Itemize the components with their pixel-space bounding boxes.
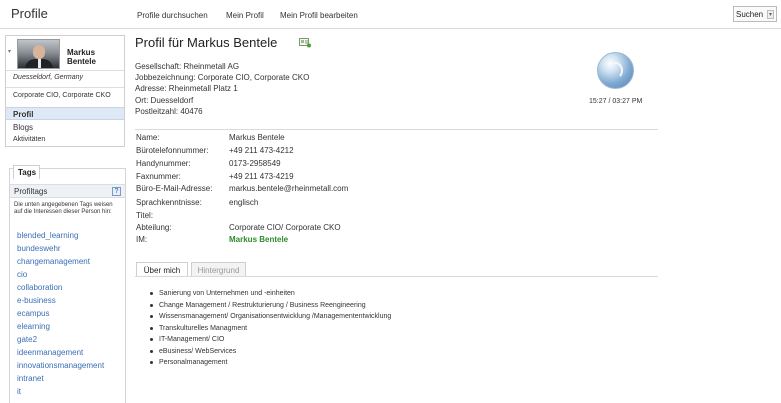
tag-link[interactable]: e-business [17, 296, 56, 305]
tab-hintergrund[interactable]: Hintergrund [191, 262, 246, 276]
list-item: Transkulturelles Managment [149, 323, 391, 335]
nav-edit-profile[interactable]: Mein Profil bearbeiten [280, 11, 358, 20]
tags-panel: Tags Profiltags ? Die unten angegebenen … [9, 165, 126, 403]
tags-tab[interactable]: Tags [13, 165, 40, 179]
list-item: Change Management / Restrukturierung / B… [149, 300, 391, 312]
tag-link[interactable]: collaboration [17, 283, 62, 292]
chevron-down-icon[interactable]: ▾ [767, 10, 774, 19]
field-value-im[interactable]: Markus Bentele [229, 235, 288, 244]
tag-link[interactable]: gate2 [17, 335, 37, 344]
field-value-mobile: 0173-2958549 [229, 159, 281, 168]
tag-link[interactable]: intranet [17, 374, 44, 383]
tag-link[interactable]: changemanagement [17, 257, 90, 266]
field-label-email: Büro-E-Mail-Adresse: [136, 184, 213, 193]
tag-link[interactable]: cio [17, 270, 27, 279]
tags-header: Profiltags ? [10, 184, 125, 198]
field-value-department: Corporate CIO/ Corporate CKO [229, 223, 341, 232]
field-label-title: Titel: [136, 211, 154, 220]
sidebar-item-blogs[interactable]: Blogs [6, 121, 124, 134]
field-value-name: Markus Bentele [229, 133, 285, 142]
sidebar-item-profil[interactable]: Profil [6, 107, 124, 120]
list-item: eBusiness/ WebServices [149, 346, 391, 358]
field-label-mobile: Handynummer: [136, 159, 191, 168]
field-value-office-phone: +49 211 473-4212 [229, 146, 294, 155]
profiltags-label: Profiltags [14, 187, 48, 196]
field-value-email[interactable]: markus.bentele@rheinmetall.com [229, 184, 348, 193]
profile-card-location: Duesseldorf, Germany [13, 74, 84, 81]
company-line: Gesellschaft: Rheinmetall AG [135, 62, 240, 71]
field-label-department: Abteilung: [136, 223, 172, 232]
page-title: Profil für Markus Bentele [135, 35, 278, 50]
about-list: Sanierung von Unternehmen und -einheiten… [149, 288, 391, 369]
help-icon[interactable]: ? [112, 187, 121, 196]
list-item: IT-Management/ CIO [149, 334, 391, 346]
field-label-office-phone: Bürotelefonnummer: [136, 146, 209, 155]
tab-ueber-mich[interactable]: Über mich [136, 262, 188, 276]
search-dropdown[interactable]: Suchen ▾ [733, 6, 777, 22]
tag-link[interactable]: ideenmanagement [17, 348, 83, 357]
divider [135, 129, 658, 130]
search-label: Suchen [736, 10, 764, 19]
tag-link[interactable]: bundeswehr [17, 244, 61, 253]
field-label-name: Name: [136, 133, 160, 142]
tab-divider [135, 276, 658, 277]
field-label-fax: Faxnummer: [136, 172, 181, 181]
list-item: Sanierung von Unternehmen und -einheiten [149, 288, 391, 300]
tag-link[interactable]: ecampus [17, 309, 49, 318]
avatar [17, 39, 60, 69]
field-label-im: IM: [136, 235, 148, 244]
profile-card-job-title: Corporate CIO, Corporate CKO [13, 92, 111, 99]
field-value-languages: englisch [229, 198, 259, 207]
tags-description: Die unten angegebenen Tags weisen auf di… [14, 202, 113, 215]
globe-icon [597, 52, 634, 89]
nav-my-profile[interactable]: Mein Profil [226, 11, 264, 20]
list-item: Personalmanagement [149, 357, 391, 369]
tag-link[interactable]: it [17, 387, 21, 396]
postcode-line: Postleitzahl: 40476 [135, 107, 203, 116]
nav-profile-search[interactable]: Profile durchsuchen [137, 11, 208, 20]
city-line: Ort: Duesseldorf [135, 96, 194, 105]
local-time: 15:27 / 03:27 PM [589, 98, 643, 105]
top-bar: Profile Profile durchsuchen Mein Profil … [0, 0, 781, 29]
chevron-down-icon[interactable]: ▾ [8, 48, 11, 55]
tag-link[interactable]: innovationsmanagement [17, 361, 104, 370]
tag-link[interactable]: blended_learning [17, 231, 78, 240]
vcard-icon[interactable] [299, 37, 311, 48]
list-item: Wissensmanagement/ Organisationsentwickl… [149, 311, 391, 323]
profile-card: ▾ Markus Bentele Duesseldorf, Germany Co… [5, 35, 125, 147]
address-line: Adresse: Rheinmetall Platz 1 [135, 84, 238, 93]
field-label-languages: Sprachkenntnisse: [136, 198, 202, 207]
field-value-fax: +49 211 473-4219 [229, 172, 294, 181]
job-title-line: Jobbezeichnung: Corporate CIO, Corporate… [135, 73, 310, 82]
app-title: Profile [11, 6, 48, 21]
tag-link[interactable]: elearning [17, 322, 50, 331]
sidebar-item-aktivitaeten[interactable]: Aktivitäten [6, 134, 124, 147]
profile-card-name: Markus Bentele [67, 48, 96, 66]
